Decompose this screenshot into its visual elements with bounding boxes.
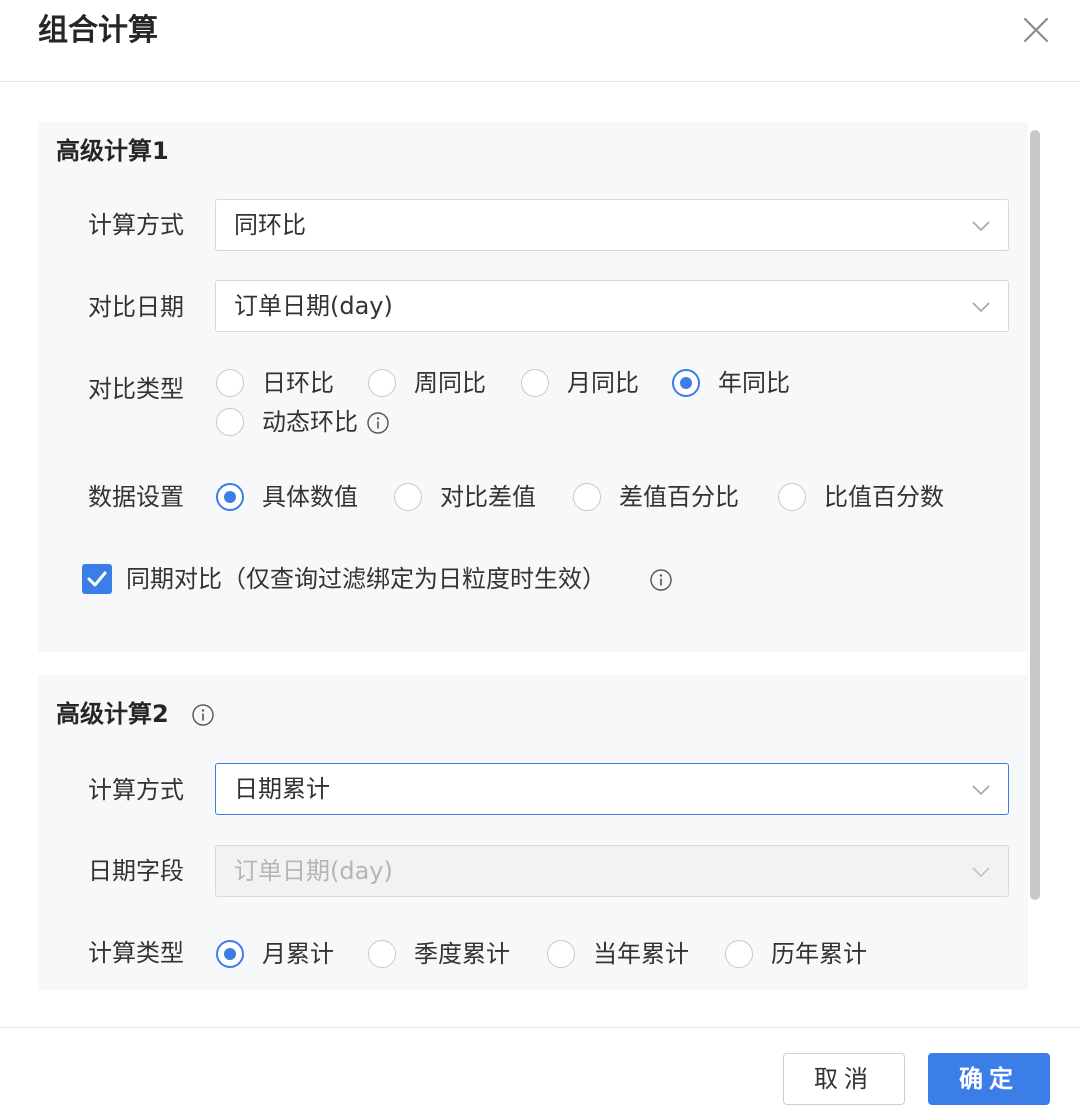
- dialog-title: 组合计算: [38, 13, 158, 48]
- radio-month-yoy[interactable]: 月同比: [521, 366, 651, 400]
- advanced-calc-2-panel: 高级计算2 计算方式 日期累计 日期字段 订单日期(day) 计算类型 月累计 …: [38, 675, 1028, 990]
- radio-circle: [368, 940, 396, 968]
- radio-label: 年同比: [718, 369, 790, 397]
- radio-circle: [216, 369, 244, 397]
- advanced-calc-1-title: 高级计算1: [56, 137, 169, 165]
- calc-method-label: 计算方式: [88, 776, 184, 804]
- radio-all-years-accum[interactable]: 历年累计: [725, 937, 895, 971]
- radio-year-yoy[interactable]: 年同比: [672, 366, 802, 400]
- radio-month-accum[interactable]: 月累计: [216, 937, 366, 971]
- chevron-down-icon: [970, 861, 992, 883]
- compare-date-value: 订单日期(day): [234, 292, 393, 320]
- radio-label: 周同比: [414, 369, 486, 397]
- radio-circle: [521, 369, 549, 397]
- compare-date-label: 对比日期: [88, 293, 184, 321]
- radio-day-ring[interactable]: 日环比: [216, 366, 346, 400]
- radio-dynamic-ring[interactable]: 动态环比: [216, 405, 376, 439]
- calc-type-label: 计算类型: [88, 939, 184, 967]
- date-field-select[interactable]: 订单日期(day): [215, 845, 1009, 897]
- radio-circle: [394, 483, 422, 511]
- calc-method-value: 日期累计: [234, 775, 330, 803]
- radio-circle: [778, 483, 806, 511]
- radio-label: 季度累计: [414, 940, 510, 968]
- chevron-down-icon: [970, 296, 992, 318]
- chevron-down-icon: [970, 215, 992, 237]
- radio-specific-value[interactable]: 具体数值: [216, 480, 376, 514]
- scrollbar[interactable]: [1030, 130, 1040, 900]
- radio-circle: [547, 940, 575, 968]
- radio-week-yoy[interactable]: 周同比: [368, 366, 498, 400]
- radio-label: 当年累计: [593, 940, 689, 968]
- advanced-calc-1-panel: 高级计算1 计算方式 同环比 对比日期 订单日期(day) 对比类型 日环比 周…: [38, 122, 1028, 652]
- confirm-button[interactable]: 确定: [928, 1053, 1050, 1105]
- same-period-label[interactable]: 同期对比（仅查询过滤绑定为日粒度时生效）: [126, 562, 606, 596]
- radio-circle: [672, 369, 700, 397]
- calc-method-select[interactable]: 同环比: [215, 199, 1009, 251]
- radio-label: 月同比: [567, 369, 639, 397]
- radio-label: 具体数值: [262, 483, 358, 511]
- radio-label: 月累计: [262, 940, 334, 968]
- radio-circle: [368, 369, 396, 397]
- radio-circle: [216, 483, 244, 511]
- dialog-footer: 取消 确定: [0, 1027, 1080, 1118]
- radio-circle: [216, 408, 244, 436]
- info-icon[interactable]: [366, 411, 390, 435]
- calc-method-value: 同环比: [234, 211, 306, 239]
- dialog-header: 组合计算: [0, 0, 1080, 82]
- info-icon[interactable]: [191, 703, 215, 727]
- radio-label: 对比差值: [440, 483, 536, 511]
- info-icon[interactable]: [649, 568, 673, 592]
- radio-label: 动态环比: [262, 408, 358, 436]
- date-field-label: 日期字段: [88, 857, 184, 885]
- compare-type-label: 对比类型: [88, 375, 184, 403]
- cancel-button[interactable]: 取消: [783, 1053, 905, 1105]
- date-field-value: 订单日期(day): [234, 857, 393, 885]
- radio-label: 历年累计: [771, 940, 867, 968]
- advanced-calc-2-title: 高级计算2: [56, 700, 169, 728]
- radio-diff-percent[interactable]: 差值百分比: [573, 480, 763, 514]
- radio-label: 差值百分比: [619, 483, 739, 511]
- check-icon: [87, 571, 107, 587]
- radio-circle: [216, 940, 244, 968]
- calc-method-label: 计算方式: [88, 211, 184, 239]
- compare-date-select[interactable]: 订单日期(day): [215, 280, 1009, 332]
- radio-compare-diff[interactable]: 对比差值: [394, 480, 554, 514]
- same-period-checkbox[interactable]: [82, 564, 112, 594]
- radio-year-accum[interactable]: 当年累计: [547, 937, 717, 971]
- radio-circle: [573, 483, 601, 511]
- radio-quarter-accum[interactable]: 季度累计: [368, 937, 538, 971]
- data-setting-label: 数据设置: [88, 483, 184, 511]
- radio-label: 日环比: [262, 369, 334, 397]
- close-icon[interactable]: [1020, 14, 1052, 46]
- radio-ratio-percent[interactable]: 比值百分数: [778, 480, 968, 514]
- chevron-down-icon: [970, 779, 992, 801]
- radio-label: 比值百分数: [824, 483, 944, 511]
- calc-method-select[interactable]: 日期累计: [215, 763, 1009, 815]
- radio-circle: [725, 940, 753, 968]
